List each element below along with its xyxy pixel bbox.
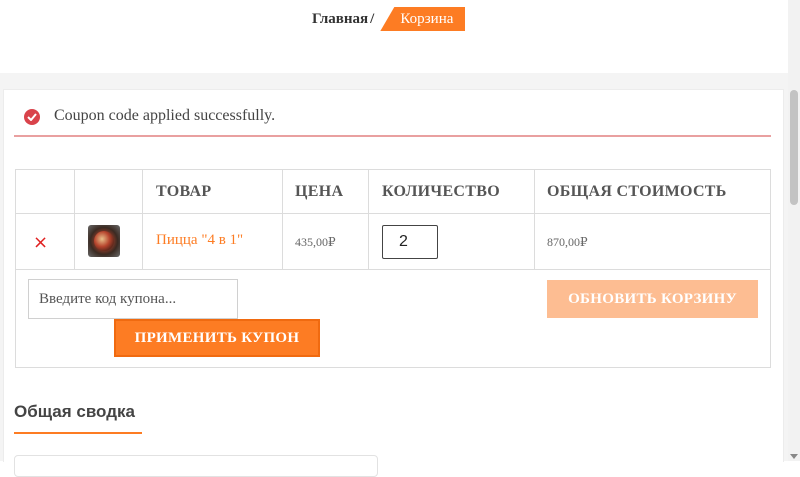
scroll-down-arrow-icon[interactable] <box>790 454 798 459</box>
header-product: ТОВАР <box>156 183 212 200</box>
header-subtotal: ОБЩАЯ СТОИМОСТЬ <box>547 183 727 200</box>
success-notice: Coupon code applied successfully. <box>14 101 771 137</box>
header-price: ЦЕНА <box>295 183 344 200</box>
column-divider <box>368 170 369 269</box>
column-divider <box>142 170 143 269</box>
update-cart-button[interactable]: ОБНОВИТЬ КОРЗИНУ <box>547 280 758 318</box>
product-subtotal: 870,00₽ <box>547 235 588 249</box>
remove-item-icon[interactable]: × <box>33 232 48 253</box>
apply-coupon-button[interactable]: ПРИМЕНИТЬ КУПОН <box>114 319 320 357</box>
page-scrollbar[interactable] <box>788 0 800 461</box>
cart-totals-box <box>14 455 378 477</box>
breadcrumb-separator: / <box>370 10 375 27</box>
breadcrumb-current: Корзина <box>380 7 466 31</box>
row-divider <box>16 213 770 214</box>
breadcrumb-home-link[interactable]: Главная <box>312 11 368 28</box>
product-price: 435,00₽ <box>295 235 336 249</box>
product-name-link[interactable]: Пицца "4 в 1" <box>156 232 243 249</box>
column-divider <box>74 170 75 269</box>
column-divider <box>534 170 535 269</box>
row-divider <box>16 269 770 270</box>
check-circle-icon <box>24 109 40 125</box>
notice-text: Coupon code applied successfully. <box>54 107 276 124</box>
cart-table: ТОВАР ЦЕНА КОЛИЧЕСТВО ОБЩАЯ СТОИМОСТЬ × … <box>15 169 771 368</box>
title-underline <box>14 432 142 434</box>
product-thumbnail[interactable] <box>88 225 120 257</box>
column-divider <box>282 170 283 269</box>
breadcrumb: Главная / Корзина <box>312 7 466 31</box>
quantity-input[interactable]: 2 <box>382 225 438 259</box>
scrollbar-thumb[interactable] <box>790 90 798 205</box>
coupon-code-input[interactable]: Введите код купона... <box>28 279 238 319</box>
cart-totals-title: Общая сводка <box>14 402 135 421</box>
header-quantity: КОЛИЧЕСТВО <box>382 183 500 200</box>
